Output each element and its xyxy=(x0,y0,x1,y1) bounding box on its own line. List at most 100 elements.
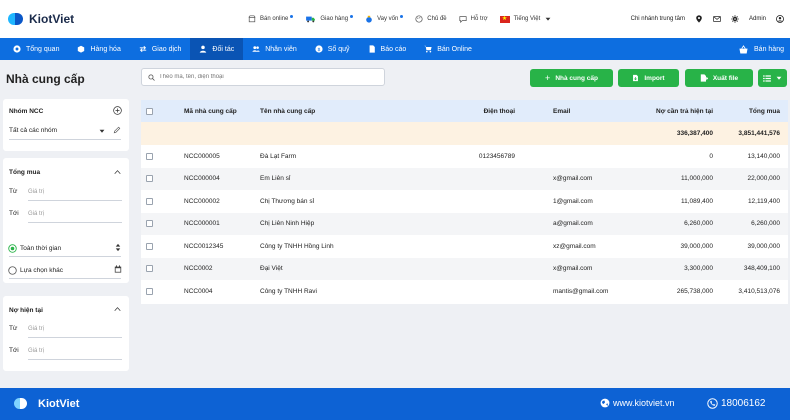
import-button[interactable]: Import xyxy=(618,69,679,87)
table-row[interactable]: NCC0004 Công ty TNHH Ravi mantis@gmail.com… xyxy=(141,280,788,302)
to-input[interactable]: Giá trị xyxy=(28,211,44,217)
add-circle-icon[interactable] xyxy=(113,106,122,115)
store-icon xyxy=(248,15,256,23)
nav-so-quy[interactable]: $ Sổ quỹ xyxy=(306,38,359,60)
footer-brand[interactable]: KiotViet xyxy=(14,398,79,410)
branch-label[interactable]: Chi nhánh trung tâm xyxy=(631,16,685,22)
footer-hotline[interactable]: 18006162 xyxy=(707,398,766,409)
from-input[interactable]: Giá trị xyxy=(28,326,44,332)
input-underline xyxy=(28,200,122,201)
nav-bao-cao[interactable]: Báo cáo xyxy=(359,38,416,60)
row-checkbox[interactable] xyxy=(146,175,153,182)
sort-arrows-icon[interactable] xyxy=(115,243,121,252)
table-row[interactable]: NCC000004 Em Liên sỉ x@gmail.com 11,000,000… xyxy=(141,167,788,190)
col-header-name[interactable]: Tên nhà cung cấp xyxy=(260,100,315,122)
row-checkbox[interactable] xyxy=(146,220,153,227)
col-header-debt[interactable]: Nợ cần trả hiện tại xyxy=(621,100,713,122)
to-input[interactable]: Giá trị xyxy=(28,348,44,354)
basket-icon xyxy=(739,44,748,54)
table-row[interactable]: NCC000001 Chị Liên Ninh Hiệp a@gmail.com 6,… xyxy=(141,212,788,235)
add-supplier-label: Nhà cung cấp xyxy=(555,74,598,82)
users-icon xyxy=(252,46,260,52)
summary-total: 3,851,441,576 xyxy=(738,130,780,137)
hotline-text: 18006162 xyxy=(721,398,766,409)
col-header-phone[interactable]: Điện thoại xyxy=(461,100,515,122)
option-underline xyxy=(9,256,121,257)
sell-button[interactable]: Bán hàng xyxy=(739,38,784,60)
panel-title: Nhóm NCC xyxy=(9,108,44,115)
nav-label: Tổng quan xyxy=(26,45,60,53)
export-button[interactable]: Xuất file xyxy=(685,69,753,87)
row-checkbox[interactable] xyxy=(146,197,153,205)
gear-icon[interactable] xyxy=(731,15,739,23)
nav-doi-tac[interactable]: Đối tác xyxy=(190,38,244,60)
chevron-up-icon[interactable] xyxy=(114,306,121,312)
select-all-checkbox[interactable] xyxy=(146,107,153,115)
user-name[interactable]: Admin xyxy=(749,16,766,22)
user-avatar-icon[interactable] xyxy=(776,15,784,23)
nav-hang-hoa[interactable]: Hàng hóa xyxy=(68,38,129,60)
sell-label: Bán hàng xyxy=(754,45,784,53)
language-selector[interactable]: ★ Tiếng Việt xyxy=(499,15,553,23)
col-header-code[interactable]: Mã nhà cung cấp xyxy=(184,100,237,122)
cell-total: 348,409,100 xyxy=(743,265,780,272)
table-row[interactable]: NCC0012345 Công ty TNHH Hồng Linh xz@gmail… xyxy=(141,235,788,257)
row-checkbox[interactable] xyxy=(146,287,153,295)
option-all-time[interactable]: Toàn thời gian xyxy=(20,245,61,252)
caret-down-icon[interactable] xyxy=(99,128,105,134)
row-checkbox[interactable] xyxy=(146,265,153,272)
brand-logo[interactable]: KiotViet xyxy=(8,12,74,26)
table-row[interactable]: NCC000002 Chị Thương bán sỉ 1@gmail.com 11,… xyxy=(141,190,788,212)
phone-icon xyxy=(707,398,718,409)
new-dot xyxy=(400,15,404,18)
cell-debt: 3,300,000 xyxy=(684,265,713,272)
table-row[interactable]: NCC0002 Đại Việt x@gmail.com 3,300,000 348,4… xyxy=(141,257,788,280)
radio-icon[interactable] xyxy=(8,266,17,275)
top-link-vay-von[interactable]: Vay vốn xyxy=(365,15,404,23)
top-link-ho-tro[interactable]: Hỗ trợ xyxy=(459,15,488,23)
svg-text:$: $ xyxy=(317,47,320,53)
footer-website[interactable]: www.kiotviet.vn xyxy=(600,398,675,408)
nav-giao-dich[interactable]: Giao dịch xyxy=(130,38,191,60)
top-link-ban-online[interactable]: Bán online xyxy=(248,15,294,23)
globe-icon xyxy=(600,398,610,408)
cell-email: x@gmail.com xyxy=(553,265,593,272)
cell-phone xyxy=(461,168,515,190)
coin-icon: $ xyxy=(315,45,323,53)
col-header-email[interactable]: Email xyxy=(553,100,570,122)
nav-nhan-vien[interactable]: Nhân viên xyxy=(243,38,306,60)
search-input[interactable] xyxy=(159,74,369,80)
search-icon xyxy=(148,73,155,81)
col-header-total[interactable]: Tổng mua xyxy=(721,100,780,122)
row-checkbox[interactable] xyxy=(146,152,153,160)
nav-tong-quan[interactable]: Tổng quan xyxy=(4,38,68,60)
from-input[interactable]: Giá trị xyxy=(28,189,44,195)
cell-email: 1@gmail.com xyxy=(553,197,593,205)
group-select-value[interactable]: Tất cả các nhóm xyxy=(9,127,57,134)
top-link-label: Vay vốn xyxy=(377,16,399,22)
chevron-up-icon[interactable] xyxy=(114,169,121,175)
nav-ban-online[interactable]: Bán Online xyxy=(415,38,481,60)
website-text: www.kiotviet.vn xyxy=(613,398,675,408)
search-box[interactable] xyxy=(141,68,385,86)
add-supplier-button[interactable]: + Nhà cung cấp xyxy=(530,69,613,87)
pencil-icon[interactable] xyxy=(113,126,121,134)
radio-selected-icon[interactable] xyxy=(8,244,17,253)
nav-label: Nhân viên xyxy=(265,45,297,53)
location-pin-icon[interactable] xyxy=(695,15,703,23)
cell-name: Chị Thương bán sỉ xyxy=(260,197,315,205)
cell-name: Công ty TNHH Ravi xyxy=(260,287,317,295)
column-menu-button[interactable] xyxy=(758,69,787,87)
cell-name: Công ty TNHH Hồng Linh xyxy=(260,242,334,250)
top-link-chu-de[interactable]: Chủ đề xyxy=(415,15,447,23)
import-label: Import xyxy=(644,74,665,82)
table-row[interactable]: NCC000005 Đà Lạt Farm 0123456789 0 13,140,00… xyxy=(141,145,788,167)
row-checkbox[interactable] xyxy=(146,242,153,250)
option-custom[interactable]: Lựa chọn khác xyxy=(20,267,63,274)
top-link-label: Giao hàng xyxy=(320,16,349,22)
cell-email: xz@gmail.com xyxy=(553,242,596,250)
top-link-giao-hang[interactable]: Giao hàng xyxy=(305,15,354,23)
exchange-icon xyxy=(139,45,147,53)
calendar-icon[interactable] xyxy=(114,265,122,273)
mail-icon[interactable] xyxy=(713,15,721,23)
